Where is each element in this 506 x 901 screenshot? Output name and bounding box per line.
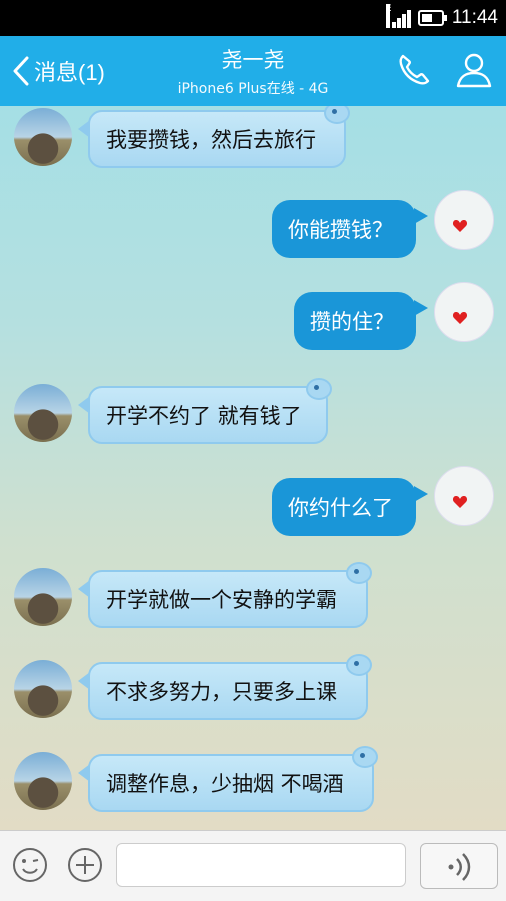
- chat-header: 消息(1) 尧一尧 iPhone6 Plus在线 - 4G: [0, 36, 506, 106]
- emoji-button[interactable]: [12, 847, 48, 883]
- message-text: 开学不约了 就有钱了: [106, 404, 302, 428]
- user-avatar[interactable]: [434, 466, 494, 526]
- message-text: 你约什么了: [288, 496, 393, 520]
- status-bar: E 11:44: [0, 0, 506, 36]
- message-text: 调整作息，少抽烟 不喝酒: [106, 772, 344, 796]
- message-bubble[interactable]: 调整作息，少抽烟 不喝酒: [78, 746, 378, 812]
- message-text: 我要攒钱，然后去旅行: [106, 128, 316, 152]
- message-text: 开学就做一个安静的学霸: [106, 588, 337, 612]
- message-text: 不求多努力，只要多上课: [106, 680, 337, 704]
- clock: 11:44: [451, 7, 498, 28]
- message-bubble[interactable]: 开学就做一个安静的学霸: [78, 562, 372, 628]
- heart-icon: [452, 496, 468, 508]
- person-icon: [456, 53, 492, 88]
- heart-icon: [452, 220, 468, 232]
- message-bubble[interactable]: 我要攒钱，然后去旅行: [78, 106, 350, 168]
- message-bubble[interactable]: 你约什么了: [272, 478, 428, 536]
- call-button[interactable]: [394, 50, 434, 90]
- user-avatar[interactable]: [434, 282, 494, 342]
- signal-icon: E: [385, 4, 411, 28]
- message-input[interactable]: [116, 843, 406, 887]
- smiley-icon: [13, 848, 47, 882]
- more-button[interactable]: [67, 847, 103, 883]
- message-list[interactable]: 我要攒钱，然后去旅行 你能攒钱？ 攒的住？ 开学不约了 就有钱了 你约什么了 开…: [0, 106, 506, 830]
- message-text: 攒的住？: [310, 310, 394, 334]
- input-bar: [0, 830, 506, 901]
- heart-icon: [452, 312, 468, 324]
- battery-icon: [417, 10, 447, 26]
- profile-button[interactable]: [454, 50, 494, 90]
- voice-button[interactable]: [420, 843, 498, 889]
- contact-avatar[interactable]: [14, 752, 72, 810]
- message-bubble[interactable]: 你能攒钱？: [272, 200, 428, 258]
- message-bubble[interactable]: 不求多努力，只要多上课: [78, 654, 372, 720]
- network-type: E: [385, 4, 392, 28]
- message-bubble[interactable]: 开学不约了 就有钱了: [78, 378, 332, 444]
- status-icons: E 11:44: [385, 4, 498, 30]
- sound-wave-icon: [448, 853, 471, 881]
- user-avatar[interactable]: [434, 190, 494, 250]
- message-text: 你能攒钱？: [288, 218, 393, 242]
- contact-avatar[interactable]: [14, 568, 72, 626]
- contact-avatar[interactable]: [14, 384, 72, 442]
- contact-avatar[interactable]: [14, 660, 72, 718]
- plus-icon: [68, 848, 102, 882]
- contact-avatar[interactable]: [14, 108, 72, 166]
- phone-icon: [399, 54, 430, 85]
- message-bubble[interactable]: 攒的住？: [294, 292, 428, 350]
